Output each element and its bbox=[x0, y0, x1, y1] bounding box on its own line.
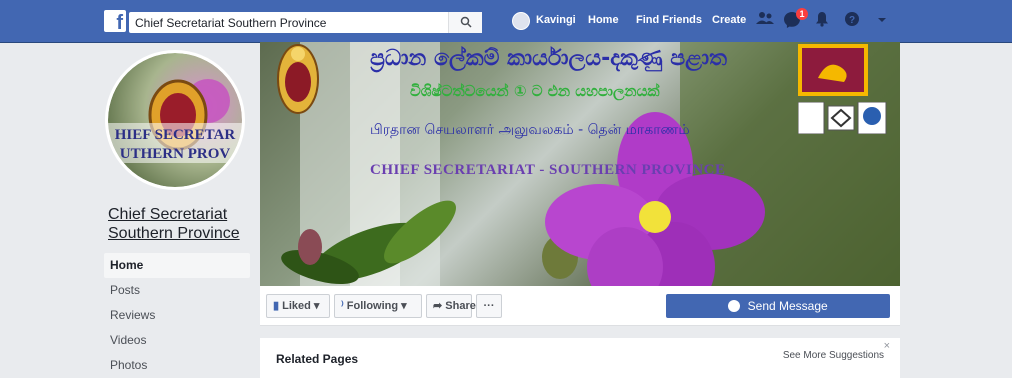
cover-tamil-title: பிரதான செயலாளர் அலுவலகம் - தென் மாகாணம் bbox=[370, 122, 690, 138]
search-icon bbox=[460, 16, 472, 28]
sidebar-item-videos[interactable]: Videos bbox=[104, 328, 250, 353]
flag-icon bbox=[798, 44, 868, 96]
rss-icon: ⁾ bbox=[341, 300, 344, 312]
find-friends-link[interactable]: Find Friends bbox=[636, 14, 702, 26]
send-message-label: Send Message bbox=[747, 299, 828, 313]
home-link[interactable]: Home bbox=[588, 14, 619, 26]
page-sidebar-menu: Home Posts Reviews Videos Photos bbox=[104, 253, 250, 378]
notifications-icon[interactable] bbox=[812, 11, 832, 31]
cover-photo[interactable]: ප්‍රධාන ලේකම් කාර්යාලය-දකුණු පළාත විශිෂ්… bbox=[260, 42, 900, 286]
messenger-icon bbox=[728, 300, 741, 312]
page-name-link[interactable]: Chief Secretariat Southern Province bbox=[108, 205, 248, 243]
friends-icon[interactable] bbox=[755, 11, 775, 31]
send-message-button[interactable]: Send Message bbox=[666, 294, 890, 318]
help-icon[interactable]: ? bbox=[842, 11, 862, 31]
cover-english-title: CHIEF SECRETARIAT - SOUTHERN PROVINCE bbox=[370, 162, 726, 178]
cover-sinhala-subtitle: විශිෂ්ටත්වයෙන් ① ට එන යහපාලනයක් bbox=[410, 82, 660, 100]
top-navigation-bar: f Kavingi Home Find Friends Create 1 ? bbox=[0, 0, 1012, 43]
share-button[interactable]: ➦ Share bbox=[426, 294, 476, 318]
sidebar-item-reviews[interactable]: Reviews bbox=[104, 303, 250, 328]
notification-count-badge: 1 bbox=[796, 8, 808, 20]
svg-text:?: ? bbox=[849, 15, 855, 26]
facebook-logo-icon[interactable]: f bbox=[104, 10, 126, 32]
following-label: Following bbox=[346, 300, 399, 312]
close-icon[interactable]: × bbox=[884, 340, 890, 352]
avatar[interactable] bbox=[512, 12, 530, 30]
following-button[interactable]: ⁾ Following ▾ bbox=[334, 294, 422, 318]
certification-badges-icon bbox=[798, 102, 887, 134]
chevron-down-icon: ▾ bbox=[401, 300, 407, 312]
related-pages-panel: Related Pages See More Suggestions × bbox=[260, 338, 900, 378]
profile-picture[interactable]: HIEF SECRETAR UTHERN PROV bbox=[105, 50, 245, 190]
thumbs-up-icon: ▮ bbox=[273, 300, 280, 312]
search-input[interactable] bbox=[129, 12, 482, 33]
share-icon: ➦ bbox=[433, 300, 443, 312]
cover-sinhala-title: ප්‍රධාන ලේකම් කාර්යාලය-දකුණු පළාත bbox=[370, 46, 728, 71]
sidebar-item-posts[interactable]: Posts bbox=[104, 278, 250, 303]
liked-button[interactable]: ▮ Liked ▾ bbox=[266, 294, 330, 318]
profile-logo-text-line1: HIEF SECRETAR bbox=[114, 127, 236, 143]
liked-label: Liked bbox=[282, 300, 311, 312]
related-pages-title: Related Pages bbox=[276, 352, 359, 366]
profile-link[interactable]: Kavingi bbox=[536, 14, 576, 26]
chevron-down-icon: ▾ bbox=[313, 300, 320, 312]
share-label: Share bbox=[445, 300, 476, 312]
search-button[interactable] bbox=[448, 12, 482, 33]
more-options-button[interactable]: ··· bbox=[476, 294, 502, 318]
profile-logo-text-line2: UTHERN PROV bbox=[119, 146, 231, 162]
chevron-down-icon[interactable] bbox=[872, 11, 892, 31]
sidebar-item-home[interactable]: Home bbox=[104, 253, 250, 278]
create-link[interactable]: Create bbox=[712, 14, 746, 26]
profile-logo-image bbox=[108, 53, 242, 187]
emblem-icon bbox=[277, 44, 319, 114]
see-more-suggestions-link[interactable]: See More Suggestions bbox=[783, 350, 884, 361]
